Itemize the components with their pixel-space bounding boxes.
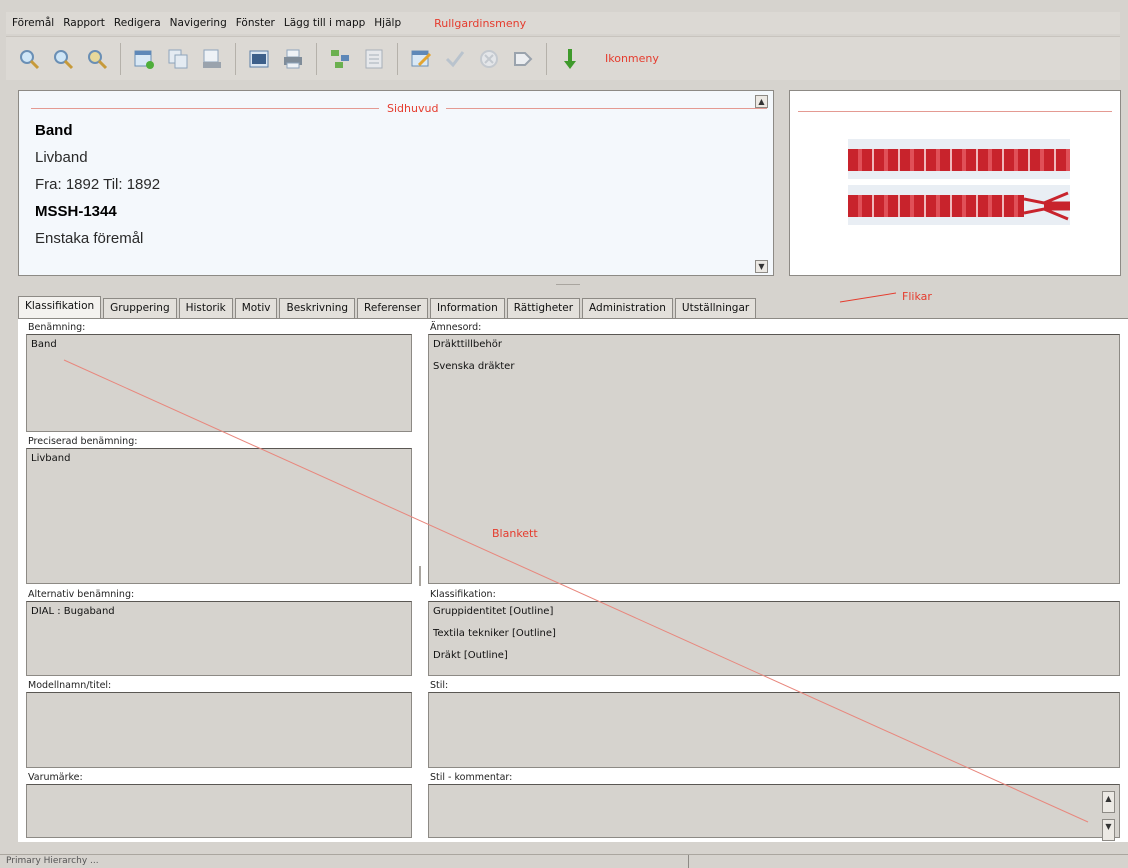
benamning-field[interactable]: Band (26, 334, 412, 432)
menu-lagg-till-i-mapp[interactable]: Lägg till i mapp (284, 17, 365, 29)
modell-field[interactable] (26, 692, 412, 768)
toolbar-separator (316, 42, 317, 75)
amnesord-label: Ämnesord: (430, 322, 482, 333)
klassifikation-label: Klassifikation: (430, 589, 496, 600)
alternativ-value: DIAL : Bugaband (31, 606, 115, 617)
record-dates: Fra: 1892 Til: 1892 (35, 176, 161, 193)
tab-bar: Klassifikation Gruppering Historik Motiv… (18, 296, 758, 318)
toolbar: Ikonmeny (6, 36, 1120, 80)
tag-icon[interactable] (508, 44, 538, 74)
tab-motiv[interactable]: Motiv (234, 298, 278, 318)
amnesord-value: Dräkttillbehör (433, 339, 502, 350)
header-annotation-label: Sidhuvud (379, 102, 447, 115)
tab-klassifikation[interactable]: Klassifikation (18, 296, 102, 318)
menu-navigering[interactable]: Navigering (170, 17, 227, 29)
tab-rattigheter[interactable]: Rättigheter (506, 298, 581, 318)
toolbar-separator (397, 42, 398, 75)
amnesord-value: Svenska dräkter (433, 361, 515, 372)
record-header: Sidhuvud Band Livband Fra: 1892 Til: 189… (18, 90, 774, 276)
record-title: Band (35, 122, 73, 139)
list-view-icon[interactable] (359, 44, 389, 74)
toolbar-separator (546, 42, 547, 75)
cancel-icon[interactable] (474, 44, 504, 74)
horizontal-splitter-handle[interactable] (556, 284, 580, 285)
scroll-up-icon[interactable]: ▲ (1102, 791, 1115, 813)
tab-information[interactable]: Information (429, 298, 505, 318)
ribbon-band (848, 195, 1024, 217)
ribbon-image-bottom[interactable] (848, 185, 1070, 225)
tab-utstallningar[interactable]: Utställningar (674, 298, 757, 318)
menu-annotation-label: Rullgardinsmeny (434, 16, 527, 30)
ribbon-band (848, 149, 1070, 171)
grid-view-icon[interactable] (244, 44, 274, 74)
alternativ-label: Alternativ benämning: (28, 589, 135, 600)
stil-kommentar-label: Stil - kommentar: (430, 772, 513, 783)
record-type: Enstaka föremål (35, 230, 144, 247)
toolbar-separator (235, 42, 236, 75)
ribbon-fringe-icon (1024, 191, 1070, 221)
alternativ-field[interactable]: DIAL : Bugaband (26, 601, 412, 676)
toolbar-annotation-label: Ikonmeny (605, 52, 659, 65)
menu-bar: Föremål Rapport Redigera Navigering Föns… (6, 12, 1120, 34)
new-record-icon[interactable] (129, 44, 159, 74)
scroll-down-icon[interactable]: ▼ (755, 260, 768, 273)
klassifikation-value: Gruppidentitet [Outline] (433, 606, 554, 617)
menu-foremal[interactable]: Föremål (12, 17, 54, 29)
vertical-splitter-handle[interactable] (419, 566, 421, 586)
status-bar: Primary Hierarchy ... (0, 854, 1128, 868)
varumarke-label: Varumärke: (28, 772, 83, 783)
header-scrollbar[interactable]: ▲ ▼ (755, 95, 769, 273)
download-arrow-icon[interactable] (555, 44, 585, 74)
klassifikation-value: Dräkt [Outline] (433, 650, 508, 661)
menu-rapport[interactable]: Rapport (63, 17, 105, 29)
varumarke-field[interactable] (26, 784, 412, 838)
tab-historik[interactable]: Historik (178, 298, 233, 318)
amnesord-field[interactable]: Dräkttillbehör Svenska dräkter (428, 334, 1120, 584)
search-record-icon[interactable] (82, 44, 112, 74)
status-divider (688, 855, 689, 868)
edit-icon[interactable] (406, 44, 436, 74)
klassifikation-value: Textila tekniker [Outline] (433, 628, 556, 639)
modell-label: Modellnamn/titel: (28, 680, 112, 691)
menu-fonster[interactable]: Fönster (236, 17, 275, 29)
stil-field[interactable] (428, 692, 1120, 768)
menu-redigera[interactable]: Redigera (114, 17, 161, 29)
scroll-up-icon[interactable]: ▲ (755, 95, 768, 108)
copy-record-icon[interactable] (163, 44, 193, 74)
tab-referenser[interactable]: Referenser (357, 298, 428, 318)
header-annotation-line-right (798, 111, 1112, 112)
status-text: Primary Hierarchy ... (6, 856, 99, 866)
ribbon-image-top[interactable] (848, 139, 1070, 179)
save-record-icon[interactable] (197, 44, 227, 74)
preciserad-field[interactable]: Livband (26, 448, 412, 584)
tabs-annotation-label: Flikar (902, 290, 932, 303)
scroll-down-icon[interactable]: ▼ (1102, 819, 1115, 841)
record-id: MSSH-1344 (35, 203, 117, 220)
tab-beskrivning[interactable]: Beskrivning (279, 298, 356, 318)
tab-administration[interactable]: Administration (582, 298, 673, 318)
header-lines: Band Livband Fra: 1892 Til: 1892 MSSH-13… (35, 117, 160, 252)
record-subtitle: Livband (35, 149, 88, 166)
benamning-label: Benämning: (28, 322, 86, 333)
toolbar-separator (120, 42, 121, 75)
preciserad-value: Livband (31, 453, 71, 464)
tab-gruppering[interactable]: Gruppering (103, 298, 177, 318)
stil-kommentar-field[interactable]: ▲ ▼ (428, 784, 1120, 841)
klassifikation-field[interactable]: Gruppidentitet [Outline] Textila teknike… (428, 601, 1120, 676)
tree-view-icon[interactable] (325, 44, 355, 74)
zoom-out-icon[interactable] (48, 44, 78, 74)
stil-label: Stil: (430, 680, 449, 691)
print-icon[interactable] (278, 44, 308, 74)
preciserad-label: Preciserad benämning: (28, 436, 138, 447)
check-icon[interactable] (440, 44, 470, 74)
record-image-panel (789, 90, 1121, 276)
zoom-in-icon[interactable] (14, 44, 44, 74)
tabs-annotation-arrow (839, 292, 897, 303)
benamning-value: Band (31, 339, 57, 350)
form-annotation-label: Blankett (492, 527, 538, 540)
menu-hjalp[interactable]: Hjälp (374, 17, 401, 29)
